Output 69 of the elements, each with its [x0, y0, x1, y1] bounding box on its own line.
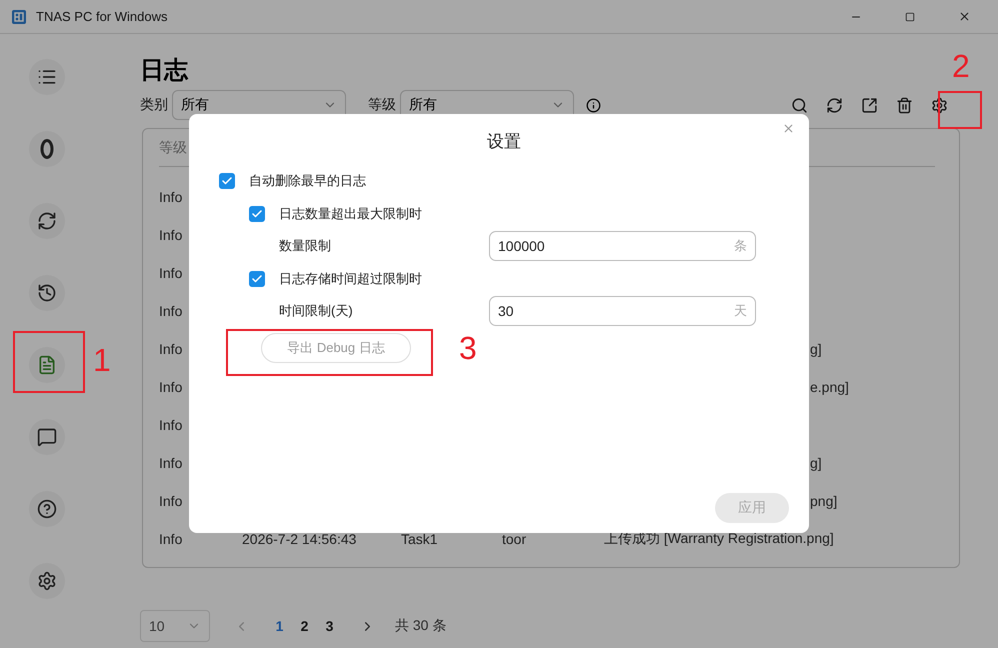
- checkbox-label: 自动删除最早的日志: [249, 172, 366, 190]
- page-number[interactable]: 2: [292, 618, 317, 634]
- input-field[interactable]: 100000 条: [489, 231, 756, 261]
- sync-icon: [37, 211, 57, 231]
- table-cell-text: Info: [159, 531, 184, 547]
- page-size-select[interactable]: 10: [140, 610, 210, 642]
- info-icon[interactable]: [586, 98, 601, 112]
- table-cell-text: Info: [159, 189, 184, 205]
- sidebar-item[interactable]: [29, 203, 65, 239]
- check-icon: [251, 272, 263, 284]
- dialog-title: 设置: [486, 131, 522, 153]
- checkbox-label: 日志数量超出最大限制时: [279, 204, 422, 222]
- page-title: 日志: [140, 56, 190, 86]
- table-cell-text: Info: [159, 493, 184, 509]
- sidebar-item[interactable]: [29, 419, 65, 455]
- table-cell: g]: [810, 341, 822, 357]
- document-icon: [37, 355, 57, 375]
- table-cell: g]: [810, 455, 822, 471]
- step-number: 3: [459, 332, 477, 364]
- refresh-icon[interactable]: [826, 96, 843, 114]
- close-icon[interactable]: [958, 10, 970, 23]
- table-cell-text: Info: [159, 379, 184, 395]
- step-number: 2: [952, 50, 970, 82]
- highlight-frame: [13, 331, 85, 393]
- sidebar-item[interactable]: [29, 491, 65, 527]
- input-field[interactable]: 30 天: [489, 296, 756, 326]
- sidebar-item[interactable]: [29, 563, 65, 599]
- sidebar-item[interactable]: [29, 131, 65, 167]
- search-icon[interactable]: [791, 96, 808, 114]
- table-cell-text: Info: [159, 265, 184, 281]
- total-count: 共 30 条: [395, 617, 446, 635]
- ring-icon: [40, 138, 54, 160]
- export-icon[interactable]: [861, 96, 878, 114]
- table-cell-text: Info: [159, 227, 184, 243]
- table-cell-text: toor: [502, 531, 528, 547]
- step-number: 1: [93, 344, 111, 376]
- checkbox[interactable]: [249, 206, 265, 222]
- trash-icon[interactable]: [896, 96, 913, 114]
- table-cell-text: 2026-7-2 14:56:43: [242, 531, 358, 547]
- maximize-icon[interactable]: [905, 12, 915, 22]
- window-title: TNAS PC for Windows: [36, 9, 168, 24]
- table-cell-text: Info: [159, 417, 184, 433]
- filter-label: 等级: [368, 96, 396, 114]
- history-icon: [37, 283, 57, 303]
- message-icon: [37, 427, 57, 447]
- column-header: 等级: [159, 138, 187, 156]
- settings-icon: [37, 571, 57, 591]
- table-cell-text: Info: [159, 303, 184, 319]
- app-logo-icon: [12, 10, 26, 24]
- table-cell-text: Task1: [401, 531, 439, 547]
- sidebar-item[interactable]: [29, 347, 65, 383]
- table-cell: png]: [810, 493, 838, 509]
- checkbox[interactable]: [219, 172, 235, 188]
- page-number[interactable]: 3: [317, 618, 342, 634]
- table-cell-text: Info: [159, 341, 184, 357]
- field-label: 数量限制: [279, 237, 332, 255]
- sidebar-item[interactable]: [29, 275, 65, 311]
- table-cell-text: Info: [159, 455, 184, 471]
- settings-icon[interactable]: [931, 96, 948, 114]
- highlight-frame: [938, 91, 982, 129]
- table-cell: e.png]: [810, 379, 849, 395]
- filter-label: 类别: [140, 96, 168, 114]
- check-icon: [221, 174, 233, 186]
- help-icon: [37, 499, 57, 519]
- check-icon: [251, 208, 263, 220]
- checkbox-label: 日志存储时间超过限制时: [279, 270, 422, 288]
- sidebar-item[interactable]: [29, 59, 65, 95]
- checkbox[interactable]: [249, 270, 265, 286]
- field-label: 时间限制(天): [279, 302, 354, 320]
